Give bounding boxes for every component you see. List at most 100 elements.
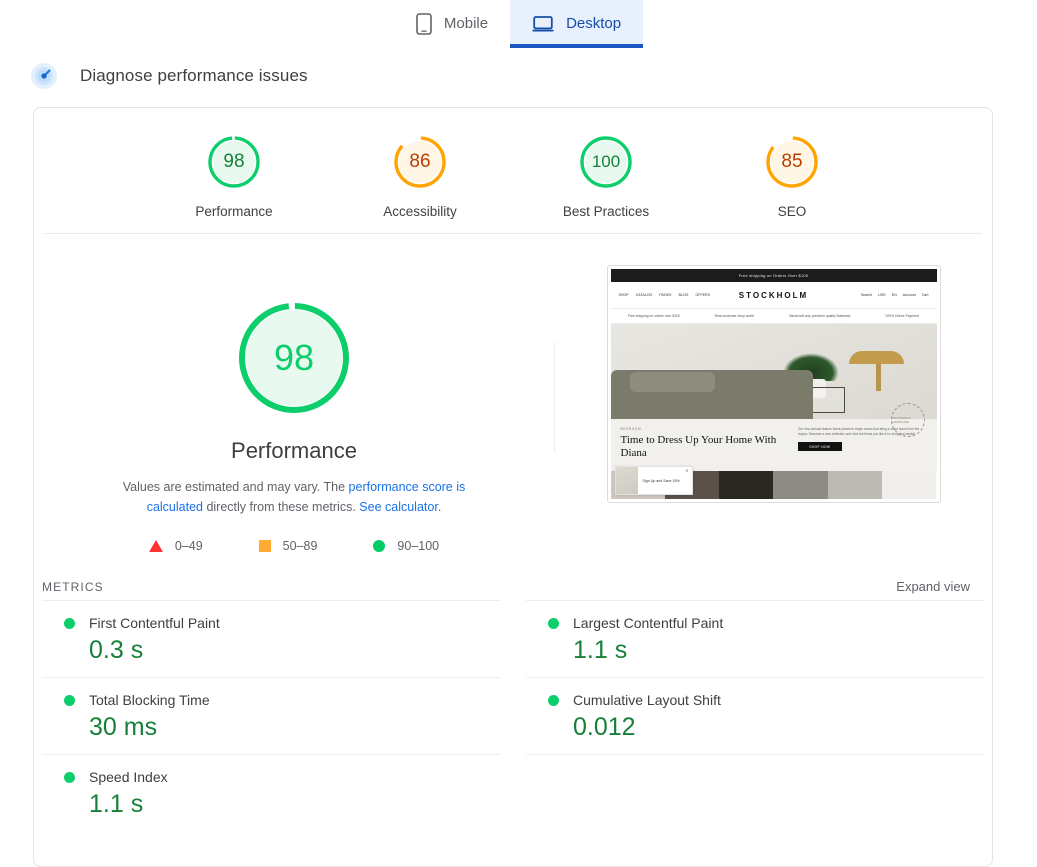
page-screenshot-thumbnail: Free shipping on Orders Over $100 SHOP C…	[610, 269, 937, 499]
shot-strip-cell	[773, 471, 828, 499]
sofa-cushion-shape	[630, 371, 715, 393]
category-score-performance[interactable]: 98 Performance	[174, 134, 294, 219]
tab-desktop-label: Desktop	[566, 15, 622, 32]
expand-view-button[interactable]: Expand view	[896, 579, 970, 594]
disclaimer-text-prefix: Values are estimated and may vary. The	[122, 480, 349, 494]
shot-popup-text: Sign Up and Save 15%	[642, 478, 680, 483]
shot-nav-link: PAGES	[659, 293, 672, 297]
shot-nav-action: USD	[878, 293, 886, 297]
metric-total-blocking-time[interactable]: Total Blocking Time 30 ms	[42, 677, 500, 754]
gauge-label-seo: SEO	[777, 204, 807, 219]
performance-score-value: 98	[273, 337, 315, 378]
shot-nav-action: Search	[860, 293, 873, 297]
metrics-title: METRICS	[42, 580, 104, 594]
square-icon	[258, 540, 271, 552]
performance-score-block: 98 Performance Values are estimated and …	[34, 260, 554, 553]
shot-nav-action: EN	[891, 293, 897, 297]
legend-item-poor: 0–49	[148, 539, 203, 553]
disclaimer-text-suffix: .	[437, 500, 442, 514]
diagnose-icon	[30, 62, 58, 90]
status-good-icon	[64, 694, 75, 706]
shot-hero-heading: Time to Dress Up Your Home With Diana	[620, 434, 777, 459]
gauge-value-performance: 98	[223, 151, 245, 172]
shot-shop-now-button: SHOP NOW	[797, 442, 842, 451]
status-good-icon	[548, 617, 559, 629]
shot-brand-name: STOCKHOLM	[738, 290, 809, 300]
shot-hero-eyebrow: BEDROOM	[620, 427, 642, 431]
legend-label-average: 50–89	[282, 539, 318, 553]
metrics-grid: First Contentful Paint 0.3 s Largest Con…	[34, 600, 992, 831]
metric-label: Speed Index	[89, 769, 168, 785]
shot-navbar: SHOP CATALOG PAGES BLOG OFFERS STOCKHOLM…	[610, 282, 937, 309]
gauge-value-best-practices: 100	[591, 152, 621, 171]
gauge-label-best-practices: Best Practices	[562, 204, 650, 219]
category-score-row: 98 Performance 86 Accessibility 100 Best…	[34, 108, 992, 233]
shot-trust-badge: Real customer story worth	[714, 314, 755, 318]
shot-announcement-bar: Free shipping on Orders Over $100	[610, 269, 937, 282]
legend-label-good: 90–100	[397, 539, 440, 553]
metric-largest-contentful-paint[interactable]: Largest Contentful Paint 1.1 s	[526, 600, 984, 677]
gauge-ring-best-practices: 100	[578, 134, 634, 190]
category-score-seo[interactable]: 85 SEO	[732, 134, 852, 219]
shot-circular-seal: STOCKHOLM FURNITURE	[890, 403, 925, 437]
shot-nav-link: BLOG	[678, 293, 689, 297]
metric-label: Largest Contentful Paint	[573, 615, 724, 631]
shot-nav-links: SHOP CATALOG PAGES BLOG OFFERS	[619, 293, 739, 297]
metric-value: 0.3 s	[89, 636, 144, 664]
shot-strip-cell	[827, 471, 883, 499]
shot-nav-action: Account	[902, 293, 916, 297]
score-disclaimer: Values are estimated and may vary. The p…	[104, 477, 484, 517]
shot-trust-badge: 100% Online Payment	[885, 314, 920, 318]
metric-header: Largest Contentful Paint	[548, 615, 984, 631]
score-legend: 0–49 50–89 90–100	[34, 539, 554, 553]
legend-item-good: 90–100	[373, 539, 439, 553]
metric-value: 1.1 s	[573, 636, 628, 664]
metric-header: Total Blocking Time	[64, 692, 500, 708]
legend-item-average: 50–89	[258, 539, 318, 553]
metric-header: Cumulative Layout Shift	[548, 692, 984, 708]
metric-header: Speed Index	[64, 769, 500, 785]
tab-mobile-label: Mobile	[443, 15, 489, 32]
shot-hero-image	[610, 324, 937, 419]
tab-desktop[interactable]: Desktop	[510, 0, 644, 48]
metric-cumulative-layout-shift[interactable]: Cumulative Layout Shift 0.012	[526, 677, 984, 754]
shot-announcement-text: Free shipping on Orders Over $100	[738, 273, 809, 278]
gauge-value-accessibility: 86	[409, 151, 431, 172]
gauge-value-seo: 85	[781, 151, 803, 172]
see-calculator-link[interactable]: See calculator	[359, 500, 438, 514]
status-good-icon	[64, 771, 75, 783]
tab-mobile[interactable]: Mobile	[394, 0, 510, 48]
close-icon: ✕	[685, 468, 689, 473]
lamp-shape	[848, 350, 904, 364]
gauge-ring-seo: 85	[764, 134, 820, 190]
metric-speed-index[interactable]: Speed Index 1.1 s	[42, 754, 500, 831]
page-title: Diagnose performance issues	[80, 66, 308, 85]
shot-trust-badge: Handcraft only premium quality Materials	[788, 314, 851, 318]
metric-label: Cumulative Layout Shift	[573, 692, 721, 708]
metrics-header: METRICS Expand view	[34, 553, 992, 600]
performance-gauge-large: 98	[236, 300, 352, 416]
metric-value: 0.012	[573, 713, 636, 741]
status-good-icon	[548, 694, 559, 706]
shot-hero-copy: BEDROOM Time to Dress Up Your Home With …	[610, 403, 937, 471]
performance-summary: 98 Performance Values are estimated and …	[34, 234, 992, 553]
screenshot-frame[interactable]: Free shipping on Orders Over $100 SHOP C…	[606, 265, 941, 503]
circle-icon	[373, 540, 386, 552]
metric-value: 30 ms	[89, 713, 158, 741]
category-score-accessibility[interactable]: 86 Accessibility	[360, 134, 480, 219]
shot-strip-cell	[882, 471, 937, 499]
gauge-label-performance: Performance	[195, 204, 273, 219]
shot-popup-image	[615, 467, 638, 494]
gauge-ring-performance: 98	[206, 134, 262, 190]
shot-newsletter-popup: Sign Up and Save 15% ✕	[614, 466, 693, 495]
gauge-label-accessibility: Accessibility	[383, 204, 457, 219]
mobile-phone-icon	[416, 13, 432, 35]
metric-first-contentful-paint[interactable]: First Contentful Paint 0.3 s	[42, 600, 500, 677]
legend-label-poor: 0–49	[174, 539, 203, 553]
shot-nav-link: OFFERS	[695, 293, 711, 297]
category-score-best-practices[interactable]: 100 Best Practices	[546, 134, 666, 219]
tab-active-underline	[510, 44, 644, 48]
metric-header: First Contentful Paint	[64, 615, 500, 631]
device-tab-bar: Mobile Desktop	[0, 0, 1037, 48]
status-good-icon	[64, 617, 75, 629]
